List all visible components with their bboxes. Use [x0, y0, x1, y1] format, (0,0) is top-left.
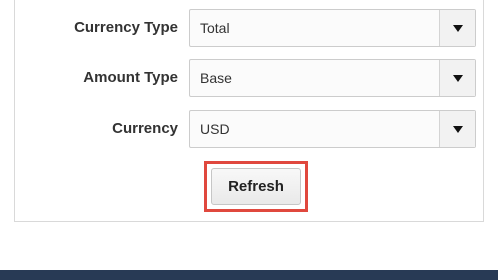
- page: Currency Type Total Amount Type Base Cur…: [0, 0, 498, 280]
- currency-row: Currency USD: [15, 110, 485, 148]
- chevron-down-icon: [453, 25, 463, 32]
- amount-type-row: Amount Type Base: [15, 59, 485, 97]
- footer-bar: [0, 270, 498, 280]
- amount-type-select[interactable]: Base: [189, 59, 476, 97]
- chevron-down-icon: [453, 75, 463, 82]
- amount-type-value: Base: [200, 70, 232, 86]
- currency-type-select[interactable]: Total: [189, 9, 476, 47]
- currency-value: USD: [200, 121, 230, 137]
- currency-type-label: Currency Type: [74, 19, 178, 36]
- refresh-button[interactable]: Refresh: [211, 168, 301, 205]
- currency-type-value: Total: [200, 20, 230, 36]
- currency-select[interactable]: USD: [189, 110, 476, 148]
- currency-label: Currency: [112, 120, 178, 137]
- currency-type-row: Currency Type Total: [15, 9, 485, 47]
- currency-dropdown-button[interactable]: [439, 111, 475, 147]
- amount-type-dropdown-button[interactable]: [439, 60, 475, 96]
- chevron-down-icon: [453, 126, 463, 133]
- amount-type-label: Amount Type: [83, 69, 178, 86]
- currency-type-dropdown-button[interactable]: [439, 10, 475, 46]
